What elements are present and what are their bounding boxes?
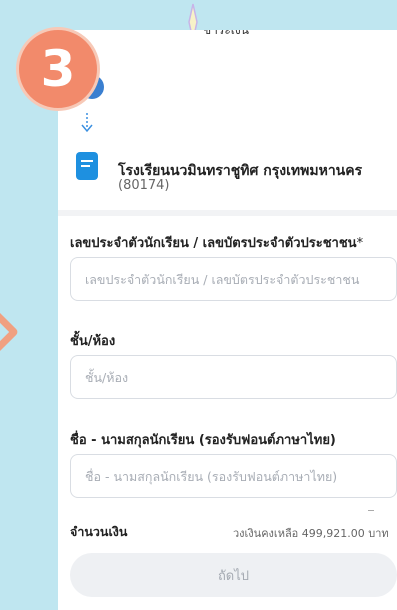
student-name-label: ชื่อ - นามสกุลนักเรียน (รองรับฟอนต์ภาษาไ… bbox=[70, 433, 336, 448]
balance-text: วงเงินคงเหลือ 499,921.00 บาท bbox=[233, 527, 389, 540]
arrow-down-icon bbox=[81, 113, 93, 133]
background-diamond bbox=[0, 307, 20, 357]
student-id-label-text: เลขประจำตัวนักเรียน / เลขบัตรประจำตัวประ… bbox=[70, 236, 357, 251]
logo-placeholder bbox=[112, 52, 288, 130]
school-icon bbox=[76, 152, 98, 180]
amount-label: จำนวนเงิน bbox=[70, 524, 128, 539]
minus-mark bbox=[368, 510, 374, 511]
top-title: ชำระเงิน bbox=[203, 30, 249, 37]
class-label: ชั้น/ห้อง bbox=[70, 334, 116, 349]
phone-screen: ชำระเงิน โรงเรียนนวมินทราชูทิศ กรุงเทพมห… bbox=[58, 30, 397, 610]
next-button[interactable]: ถัดไป bbox=[70, 553, 397, 597]
step-badge: 3 bbox=[16, 27, 100, 111]
required-mark: * bbox=[356, 236, 364, 251]
section-divider bbox=[58, 210, 397, 216]
student-id-label: เลขประจำตัวนักเรียน / เลขบัตรประจำตัวประ… bbox=[70, 232, 363, 253]
school-code: (80174) bbox=[118, 178, 170, 193]
class-field[interactable] bbox=[70, 355, 397, 399]
student-name-field[interactable] bbox=[70, 454, 397, 498]
student-id-field[interactable] bbox=[70, 257, 397, 301]
step-number: 3 bbox=[40, 40, 76, 98]
